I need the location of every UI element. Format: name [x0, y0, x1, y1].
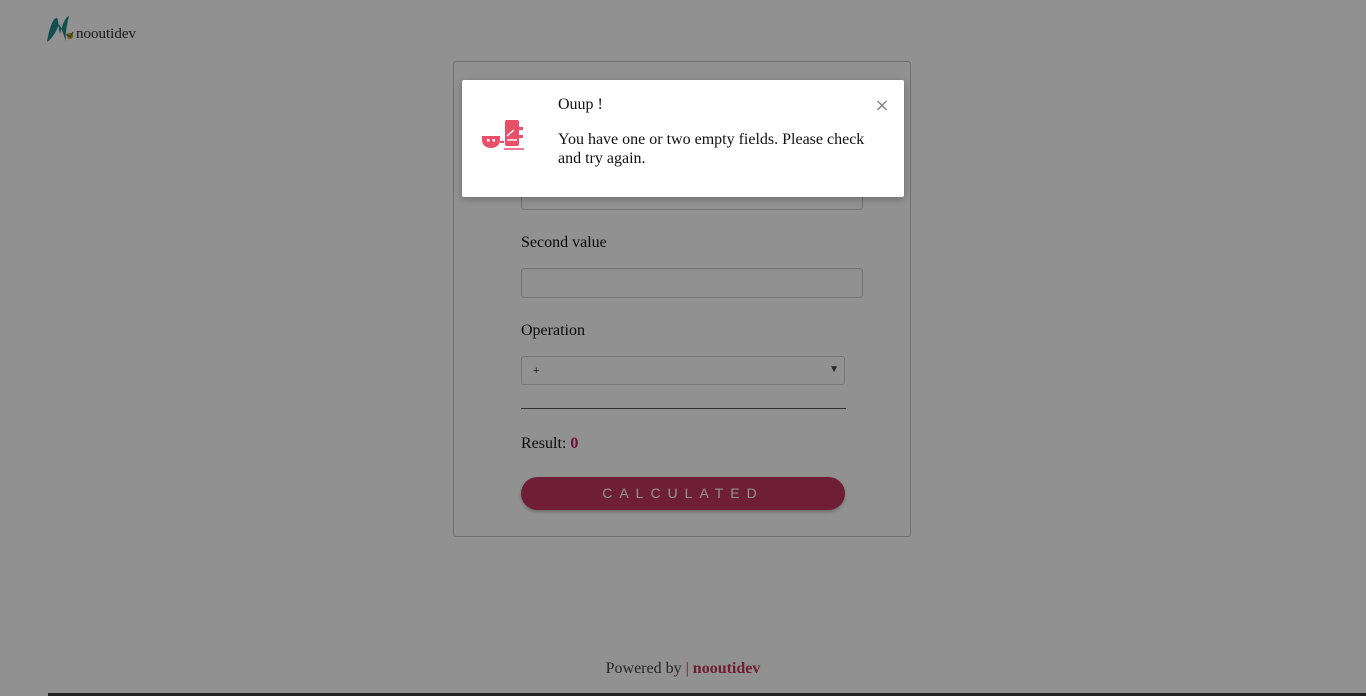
modal-message: You have one or two empty fields. Please… — [558, 131, 865, 167]
close-icon[interactable]: × — [874, 97, 890, 115]
modal-title: Ouup ! — [558, 96, 603, 113]
broken-plug-icon — [482, 120, 524, 150]
error-modal: Ouup ! You have one or two empty fields.… — [462, 80, 904, 197]
